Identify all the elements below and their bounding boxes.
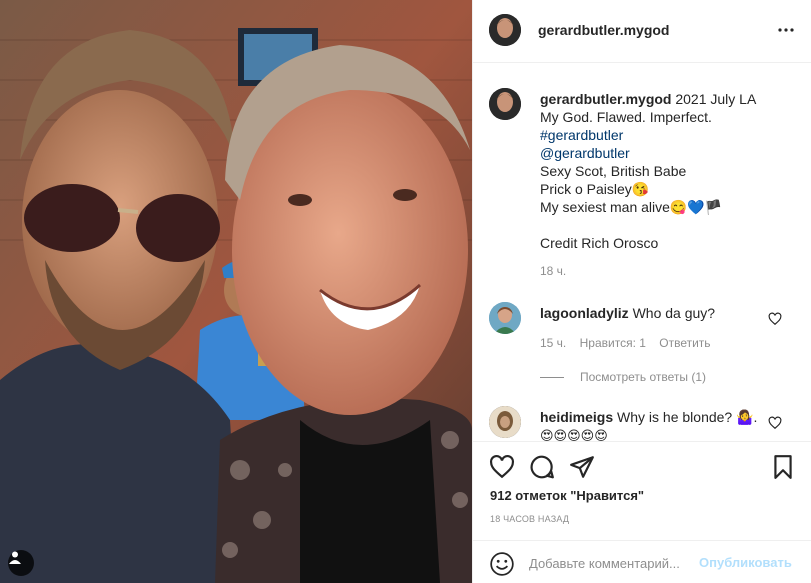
post-timestamp[interactable]: 18 ЧАСОВ НАЗАД xyxy=(490,514,569,524)
comment-time: 15 ч. xyxy=(540,336,567,350)
bookmark-icon[interactable] xyxy=(770,454,796,480)
caption-mention[interactable]: @gerardbutler xyxy=(540,144,795,162)
tagged-user-icon[interactable] xyxy=(8,550,34,576)
comment-likes[interactable]: Нравится: 1 xyxy=(580,336,646,350)
avatar-image xyxy=(489,14,521,46)
caption-first-line: 2021 July LA xyxy=(671,91,757,107)
avatar-image xyxy=(489,302,521,334)
commenter-avatar[interactable] xyxy=(489,302,521,334)
caption-username[interactable]: gerardbutler.mygod xyxy=(540,91,671,107)
caption-line: My sexiest man alive😋💙🏴 xyxy=(540,199,723,215)
avatar-image xyxy=(489,406,521,438)
caption-line: My God. Flawed. Imperfect. xyxy=(540,109,712,125)
comment-text: lagoonladyliz Who da guy? xyxy=(540,304,770,322)
view-replies-button[interactable]: Посмотреть ответы (1) xyxy=(540,370,706,384)
emoji-picker-icon[interactable] xyxy=(489,551,515,577)
action-bar xyxy=(473,450,811,484)
comment-icon[interactable] xyxy=(529,454,555,480)
publish-button[interactable]: Опубликовать xyxy=(699,555,792,570)
send-icon[interactable] xyxy=(569,454,595,480)
comment-like-heart-icon[interactable] xyxy=(768,416,782,430)
reply-button[interactable]: Ответить xyxy=(659,336,710,350)
caption-line: Prick o Paisley😘 xyxy=(540,181,650,197)
comment-input[interactable] xyxy=(529,553,691,573)
comment-username[interactable]: lagoonladyliz xyxy=(540,305,629,321)
more-horizontal-icon xyxy=(778,28,794,32)
post-photo[interactable] xyxy=(0,0,472,583)
post-header: gerardbutler.mygod xyxy=(473,0,811,63)
add-comment-bar: Опубликовать xyxy=(473,540,811,583)
comment-body: Why is he blonde? 🤷‍♀️. xyxy=(613,409,758,425)
caption-avatar[interactable] xyxy=(489,88,521,120)
caption-hashtag[interactable]: #gerardbutler xyxy=(540,126,795,144)
post-panel: gerardbutler.mygod gerardbutler.mygod 20… xyxy=(472,0,811,583)
comment-meta: 15 ч. Нравится: 1 Ответить xyxy=(540,336,721,350)
likes-count[interactable]: 912 отметок "Нравится" xyxy=(490,488,644,503)
person-icon xyxy=(9,551,21,564)
commenter-avatar[interactable] xyxy=(489,406,521,438)
heart-icon[interactable] xyxy=(489,454,515,480)
comment-like-heart-icon[interactable] xyxy=(768,312,782,326)
actions-divider xyxy=(473,441,811,442)
author-username[interactable]: gerardbutler.mygod xyxy=(538,22,669,38)
photo-illustration xyxy=(0,0,472,583)
caption-line: Sexy Scot, British Babe xyxy=(540,163,687,179)
caption-time: 18 ч. xyxy=(540,264,567,278)
comment-username[interactable]: heidimeigs xyxy=(540,409,613,425)
caption-text: gerardbutler.mygod 2021 July LA My God. … xyxy=(540,90,795,252)
more-options-button[interactable] xyxy=(776,20,796,40)
author-avatar[interactable] xyxy=(489,14,521,46)
comment-body: Who da guy? xyxy=(628,305,716,321)
caption-credit: Credit Rich Orosco xyxy=(540,235,659,251)
avatar-image xyxy=(489,88,521,120)
